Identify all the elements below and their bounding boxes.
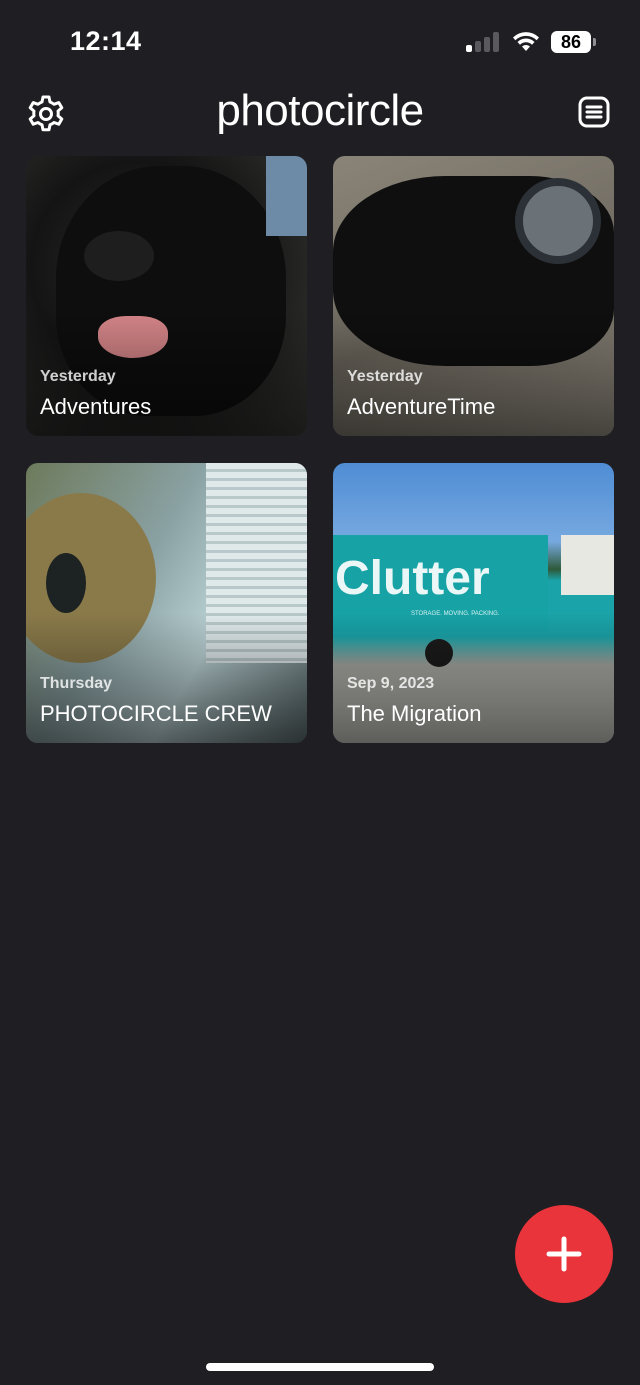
- circle-date: Yesterday: [347, 368, 423, 385]
- circle-date: Thursday: [40, 675, 113, 692]
- cellular-signal-icon: [466, 32, 500, 52]
- wifi-icon: [513, 32, 539, 51]
- photo-house: [561, 535, 614, 595]
- photo-truck-lettering: Clutter: [335, 552, 490, 605]
- status-bar: 12:14 86: [0, 0, 640, 80]
- circle-card-adventuretime[interactable]: Yesterday AdventureTime: [333, 156, 614, 436]
- photo-guitar-hole: [46, 553, 86, 613]
- circle-card-the-migration[interactable]: Clutter STORAGE. MOVING. PACKING. Sep 9,…: [333, 463, 614, 743]
- circle-card-photocircle-crew[interactable]: Thursday PHOTOCIRCLE CREW: [26, 463, 307, 743]
- circle-title: PHOTOCIRCLE CREW: [40, 701, 272, 726]
- photo-walker-wheel: [515, 178, 601, 264]
- list-icon[interactable]: [578, 96, 610, 128]
- photo-dog-nose: [84, 231, 154, 281]
- plus-icon: [546, 1236, 582, 1272]
- home-indicator[interactable]: [206, 1363, 434, 1371]
- app-header: photocircle: [0, 80, 640, 146]
- circle-date: Yesterday: [40, 368, 116, 385]
- battery-nub: [593, 38, 596, 46]
- status-time: 12:14: [70, 26, 142, 56]
- circle-card-adventures[interactable]: Yesterday Adventures: [26, 156, 307, 436]
- circle-date: Sep 9, 2023: [347, 675, 435, 692]
- circle-title: AdventureTime: [347, 394, 496, 419]
- add-circle-button[interactable]: [515, 1205, 613, 1303]
- logo-part-photo: photo: [216, 86, 324, 135]
- circle-title: The Migration: [347, 701, 482, 726]
- app-logo: photocircle: [0, 86, 640, 136]
- battery-level: 86: [551, 31, 591, 53]
- photo-window: [266, 156, 307, 236]
- logo-part-circle: circle: [323, 86, 424, 135]
- circle-title: Adventures: [40, 394, 152, 419]
